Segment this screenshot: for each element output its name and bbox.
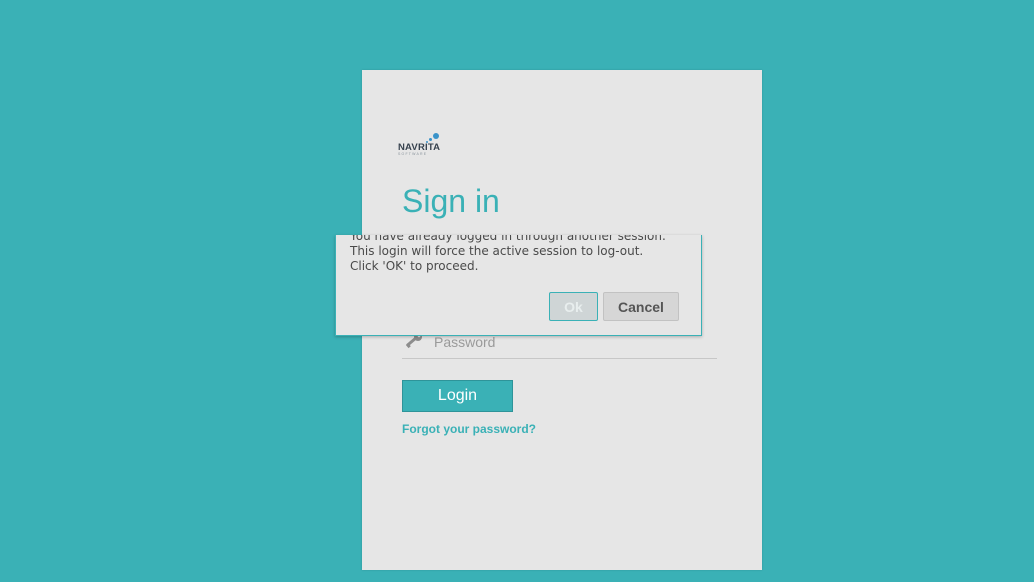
dialog-message: You have already logged in through anoth… xyxy=(350,235,690,274)
page-title: Sign in xyxy=(402,183,500,219)
logo-dot xyxy=(433,133,439,139)
dialog-message-line: This login will force the active session… xyxy=(350,244,644,258)
dialog-message-line: Click 'OK' to proceed. xyxy=(350,259,479,273)
dialog-message-line: You have already logged in through anoth… xyxy=(350,235,666,243)
cancel-button[interactable]: Cancel xyxy=(603,292,679,321)
navrita-logo: NAVRITA SOFTWARE xyxy=(398,132,446,156)
logo-dot xyxy=(429,138,432,141)
ok-button[interactable]: Ok xyxy=(549,292,598,321)
forgot-password-link[interactable]: Forgot your password? xyxy=(402,422,536,436)
logo-subtext: SOFTWARE xyxy=(398,152,428,156)
session-confirm-dialog: You have already logged in through anoth… xyxy=(335,235,702,336)
login-button[interactable]: Login xyxy=(402,380,513,412)
